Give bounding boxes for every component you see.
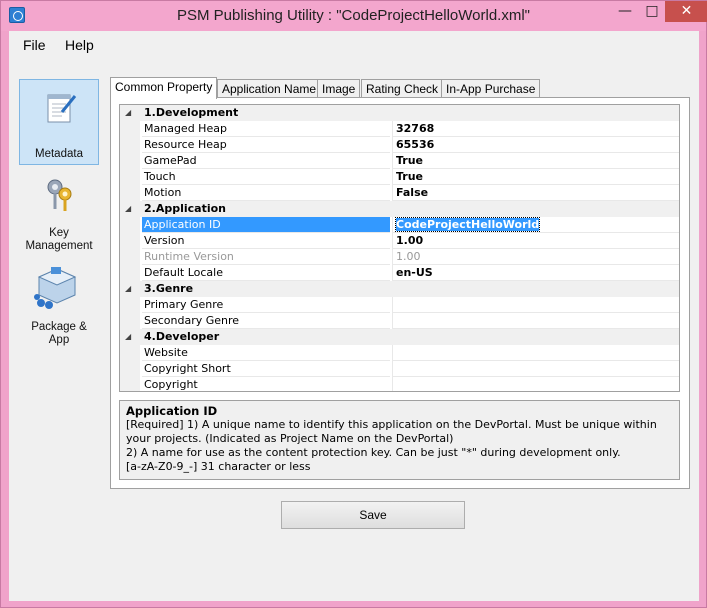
collapse-triangle-icon[interactable]: ◢ — [125, 109, 133, 117]
sidebar-label: Package & App — [31, 321, 87, 346]
category-label: 4.Developer — [144, 330, 220, 343]
description-line-1: [Required] 1) A unique name to identify … — [126, 418, 657, 445]
client-area: File Help Metadata Key Management Packag… — [9, 31, 699, 601]
close-button[interactable]: ✕ — [665, 1, 707, 22]
property-name: Touch — [142, 169, 390, 185]
property-value[interactable] — [392, 361, 679, 377]
property-value[interactable]: True — [392, 169, 679, 185]
property-name: Primary Genre — [142, 297, 390, 313]
category-label: 2.Application — [144, 202, 226, 215]
minimize-button[interactable]: — — [611, 1, 639, 22]
property-row-selected[interactable]: Application ID CodeProjectHelloWorld — [120, 217, 679, 233]
property-name: Resource Heap — [142, 137, 390, 153]
menu-file[interactable]: File — [23, 37, 46, 53]
description-title: Application ID — [126, 404, 218, 418]
sidebar-item-key-management[interactable]: Key Management — [19, 175, 99, 255]
property-value[interactable] — [392, 377, 679, 391]
sidebar-item-metadata[interactable]: Metadata — [19, 79, 99, 165]
tab-panel: ◢ 1.Development Managed Heap 32768 Resou… — [110, 97, 690, 489]
property-row[interactable]: Default Locale en-US — [120, 265, 679, 281]
property-row[interactable]: Touch True — [120, 169, 679, 185]
keys-icon — [47, 179, 72, 211]
collapse-triangle-icon[interactable]: ◢ — [125, 285, 133, 293]
app-window: PSM Publishing Utility : "CodeProjectHel… — [0, 0, 707, 608]
sidebar-item-package-app[interactable]: Package & App — [19, 267, 99, 347]
category-row[interactable]: ◢ 2.Application — [120, 201, 679, 217]
property-row[interactable]: Website — [120, 345, 679, 361]
property-row[interactable]: Resource Heap 65536 — [120, 137, 679, 153]
property-row[interactable]: Managed Heap 32768 — [120, 121, 679, 137]
maximize-button[interactable]: □ — [639, 1, 665, 22]
property-name: Runtime Version — [142, 249, 390, 265]
property-value[interactable] — [392, 313, 679, 329]
category-row[interactable]: ◢ 4.Developer — [120, 329, 679, 345]
property-value[interactable] — [392, 297, 679, 313]
property-row[interactable]: Copyright — [120, 377, 679, 391]
save-button[interactable]: Save — [281, 501, 465, 529]
property-name: GamePad — [142, 153, 390, 169]
menu-bar: File Help — [9, 31, 699, 59]
category-row[interactable]: ◢ 1.Development — [120, 105, 679, 121]
property-name: Website — [142, 345, 390, 361]
description-line-2: 2) A name for use as the content protect… — [126, 446, 621, 459]
property-name: Version — [142, 233, 390, 249]
property-value[interactable]: True — [392, 153, 679, 169]
collapse-triangle-icon[interactable]: ◢ — [125, 205, 133, 213]
property-value[interactable]: CodeProjectHelloWorld — [392, 217, 679, 233]
property-name: Managed Heap — [142, 121, 390, 137]
sidebar-label: Metadata — [35, 148, 83, 160]
property-name: Motion — [142, 185, 390, 201]
property-value: 1.00 — [392, 249, 679, 265]
property-name: Application ID — [142, 217, 390, 233]
property-row-disabled: Runtime Version 1.00 — [120, 249, 679, 265]
property-grid[interactable]: ◢ 1.Development Managed Heap 32768 Resou… — [119, 104, 680, 392]
category-label: 3.Genre — [144, 282, 194, 295]
property-row[interactable]: GamePad True — [120, 153, 679, 169]
category-row[interactable]: ◢ 3.Genre — [120, 281, 679, 297]
property-name: Default Locale — [142, 265, 390, 281]
property-row[interactable]: Primary Genre — [120, 297, 679, 313]
menu-help[interactable]: Help — [65, 37, 94, 53]
property-value[interactable]: en-US — [392, 265, 679, 281]
tab-image[interactable]: Image — [317, 79, 361, 98]
property-value[interactable]: 65536 — [392, 137, 679, 153]
category-label: 1.Development — [144, 106, 239, 119]
property-row[interactable]: Version 1.00 — [120, 233, 679, 249]
tab-rating-check[interactable]: Rating Check — [361, 79, 444, 98]
notepad-pencil-icon — [47, 94, 77, 123]
property-row[interactable]: Copyright Short — [120, 361, 679, 377]
tab-common-property[interactable]: Common Property — [110, 77, 218, 99]
property-name: Secondary Genre — [142, 313, 390, 329]
tab-in-app-purchase[interactable]: In-App Purchase — [441, 79, 541, 98]
property-value[interactable] — [392, 345, 679, 361]
window-title: PSM Publishing Utility : "CodeProjectHel… — [177, 7, 530, 24]
property-name: Copyright Short — [142, 361, 390, 377]
package-icon — [34, 267, 77, 309]
property-value[interactable]: 1.00 — [392, 233, 679, 249]
property-row[interactable]: Secondary Genre — [120, 313, 679, 329]
property-value[interactable]: 32768 — [392, 121, 679, 137]
description-panel: Application ID [Required] 1) A unique na… — [119, 400, 680, 480]
selected-value-text[interactable]: CodeProjectHelloWorld — [394, 217, 541, 232]
sidebar-label: Key Management — [25, 227, 93, 252]
tab-application-name[interactable]: Application Name — [217, 79, 322, 98]
property-name: Copyright — [142, 377, 390, 391]
collapse-triangle-icon[interactable]: ◢ — [125, 333, 133, 341]
title-bar[interactable]: PSM Publishing Utility : "CodeProjectHel… — [1, 1, 707, 31]
description-line-3: [a-zA-Z0-9_-] 31 character or less — [126, 460, 311, 473]
property-value[interactable]: False — [392, 185, 679, 201]
property-row[interactable]: Motion False — [120, 185, 679, 201]
